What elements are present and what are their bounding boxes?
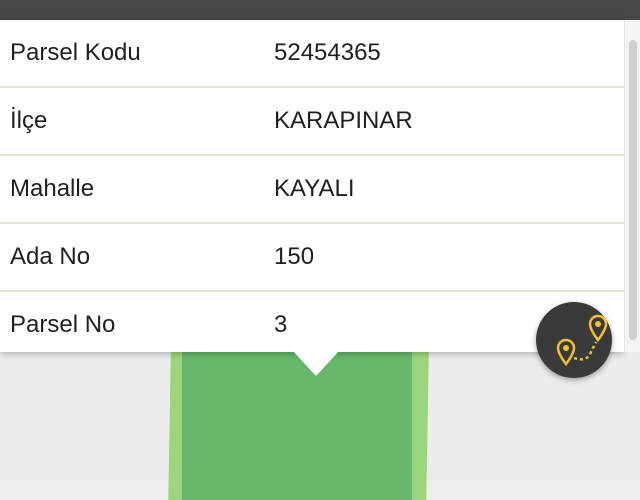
scrollbar-thumb[interactable]	[629, 40, 637, 340]
route-button[interactable]	[536, 302, 612, 378]
parcel-info-popup: Parsel Kodu 52454365 İlçe KARAPINAR Maha…	[0, 20, 624, 352]
table-row: Mahalle KAYALI	[0, 155, 624, 224]
popup-pointer-arrow	[292, 350, 340, 376]
popup-scrollbar[interactable]	[624, 20, 640, 352]
table-row: Parsel Kodu 52454365	[0, 20, 624, 88]
attribute-value: KAYALI	[264, 155, 624, 224]
popup-header-bar	[0, 0, 640, 20]
table-row: Parsel No 3	[0, 291, 624, 358]
parcel-attribute-table: Parsel Kodu 52454365 İlçe KARAPINAR Maha…	[0, 20, 624, 358]
route-pins-icon	[556, 314, 608, 367]
table-row: İlçe KARAPINAR	[0, 87, 624, 156]
attribute-label: Parsel No	[10, 311, 116, 338]
attribute-value: KARAPINAR	[264, 87, 624, 156]
attribute-value: 150	[264, 223, 624, 292]
table-row: Ada No 150	[0, 223, 624, 292]
attribute-label: Mahalle	[0, 155, 264, 224]
attribute-label: Ada No	[0, 223, 264, 292]
attribute-label: Parsel Kodu	[0, 20, 264, 88]
attribute-label: İlçe	[0, 87, 264, 156]
attribute-value: 52454365	[264, 20, 624, 88]
